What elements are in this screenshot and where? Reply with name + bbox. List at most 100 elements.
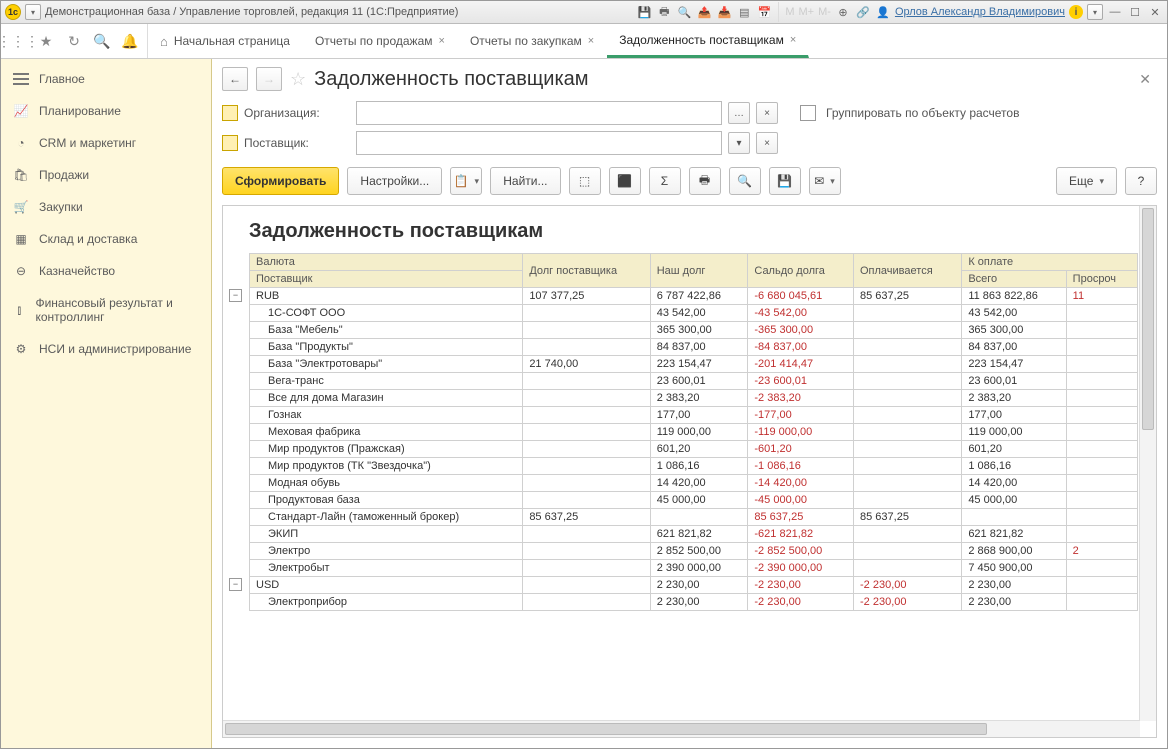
table-row[interactable]: Модная обувь14 420,00-14 420,0014 420,00: [250, 475, 1138, 492]
app-logo-icon: 1c: [5, 4, 21, 20]
sidebar-item-финансовый-результат-и-контроллинг[interactable]: ⫾Финансовый результат и контроллинг: [1, 287, 211, 333]
sidebar-item-продажи[interactable]: 🛍Продажи: [1, 159, 211, 191]
nav-forward-button[interactable]: →: [256, 67, 282, 91]
org-select-button[interactable]: …: [728, 102, 750, 124]
save-icon[interactable]: 💾: [636, 4, 652, 20]
sidebar-item-crm-и-маркетинг[interactable]: ◔CRM и маркетинг: [1, 127, 211, 159]
sidebar-item-казначейство[interactable]: ⊖Казначейство: [1, 255, 211, 287]
report-table: Валюта Долг поставщика Наш долг Сальдо д…: [249, 253, 1138, 611]
table-row[interactable]: Гознак177,00-177,00177,00: [250, 407, 1138, 424]
email-button[interactable]: ✉▾: [809, 167, 841, 195]
find-button[interactable]: Найти...: [490, 167, 560, 195]
app-menu-drop-icon[interactable]: ▾: [25, 4, 41, 20]
group-row[interactable]: RUB107 377,256 787 422,86-6 680 045,6185…: [250, 288, 1138, 305]
sidebar-icon: ⚙: [13, 342, 29, 356]
minimize-icon[interactable]: —: [1107, 4, 1123, 20]
table-row[interactable]: 1С-СОФТ ООО43 542,00-43 542,0043 542,00: [250, 305, 1138, 322]
zoom-icon[interactable]: ⊕: [835, 4, 851, 20]
sidebar-icon: ▦: [13, 232, 29, 246]
scrollbar-horizontal[interactable]: [223, 720, 1140, 737]
preview-button[interactable]: 🔍: [729, 167, 761, 195]
org-filter-label: Организация:: [244, 106, 334, 120]
table-row[interactable]: Продуктовая база45 000,00-45 000,0045 00…: [250, 492, 1138, 509]
save-report-button[interactable]: 💾: [769, 167, 801, 195]
history-icon[interactable]: ↻: [65, 32, 83, 50]
collapse-button[interactable]: ⬛: [609, 167, 641, 195]
collapse-handle-icon[interactable]: −: [229, 289, 242, 302]
org-filter-input[interactable]: [356, 101, 722, 125]
calc-icon[interactable]: ▤: [736, 4, 752, 20]
info-drop-icon[interactable]: ▾: [1087, 4, 1103, 20]
table-row[interactable]: База "Электротовары"21 740,00223 154,47-…: [250, 356, 1138, 373]
tab-отчеты-по-продажам[interactable]: Отчеты по продажам×: [303, 24, 458, 58]
table-row[interactable]: База "Продукты"84 837,00-84 837,0084 837…: [250, 339, 1138, 356]
collapse-handle-icon[interactable]: −: [229, 578, 242, 591]
apps-icon[interactable]: ⋮⋮⋮: [9, 32, 27, 50]
tab-задолженность-поставщикам[interactable]: Задолженность поставщикам×: [607, 24, 809, 58]
table-row[interactable]: Электроприбор2 230,00-2 230,00-2 230,002…: [250, 594, 1138, 611]
page-title: Задолженность поставщикам: [314, 68, 588, 91]
sidebar-item-закупки[interactable]: 🛒Закупки: [1, 191, 211, 223]
sidebar-item-label: Казначейство: [39, 264, 115, 278]
org-clear-button[interactable]: ×: [756, 102, 778, 124]
close-page-icon[interactable]: ✕: [1139, 71, 1157, 88]
favorite-icon[interactable]: ★: [37, 32, 55, 50]
maximize-icon[interactable]: ☐: [1127, 4, 1143, 20]
sidebar-item-планирование[interactable]: 📈Планирование: [1, 95, 211, 127]
sidebar-item-label: Главное: [39, 72, 85, 86]
table-row[interactable]: Стандарт-Лайн (таможенный брокер)85 637,…: [250, 509, 1138, 526]
tab-close-icon[interactable]: ×: [790, 34, 796, 46]
supplier-filter-input[interactable]: [356, 131, 722, 155]
doc-in-icon[interactable]: 📥: [716, 4, 732, 20]
settings-button[interactable]: Настройки...: [347, 167, 442, 195]
form-button[interactable]: Сформировать: [222, 167, 339, 195]
m-minus-btn[interactable]: M-: [818, 6, 831, 18]
tab-close-icon[interactable]: ×: [439, 35, 445, 47]
group-checkbox[interactable]: [800, 105, 816, 121]
link-icon[interactable]: 🔗: [855, 4, 871, 20]
supplier-drop-button[interactable]: ▾: [728, 132, 750, 154]
more-button[interactable]: Еще▾: [1056, 167, 1117, 195]
nav-back-button[interactable]: ←: [222, 67, 248, 91]
m-btn[interactable]: M: [785, 6, 794, 18]
table-row[interactable]: Все для дома Магазин2 383,20-2 383,202 3…: [250, 390, 1138, 407]
search-icon[interactable]: 🔍: [93, 32, 111, 50]
tab-начальная-страница[interactable]: ⌂Начальная страница: [148, 24, 303, 58]
table-row[interactable]: Электро2 852 500,00-2 852 500,002 868 90…: [250, 543, 1138, 560]
help-button[interactable]: ?: [1125, 167, 1157, 195]
report-area[interactable]: Задолженность поставщикам Валюта Долг по…: [222, 205, 1157, 738]
doc-out-icon[interactable]: 📤: [696, 4, 712, 20]
supplier-clear-button[interactable]: ×: [756, 132, 778, 154]
table-row[interactable]: Мир продуктов (Пражская)601,20-601,20601…: [250, 441, 1138, 458]
m-plus-btn[interactable]: M+: [799, 6, 815, 18]
print-button[interactable]: 🖶: [689, 167, 721, 195]
preview-icon[interactable]: 🔍: [676, 4, 692, 20]
page-favorite-icon[interactable]: ☆: [290, 69, 306, 90]
bell-icon[interactable]: 🔔: [121, 32, 139, 50]
org-filter-checkbox[interactable]: [222, 105, 238, 121]
expand-button[interactable]: ⬚: [569, 167, 601, 195]
group-row[interactable]: USD2 230,00-2 230,00-2 230,002 230,00: [250, 577, 1138, 594]
sum-button[interactable]: Σ: [649, 167, 681, 195]
variants-button[interactable]: 📋▾: [450, 167, 482, 195]
table-row[interactable]: Мир продуктов (ТК "Звездочка")1 086,16-1…: [250, 458, 1138, 475]
scrollbar-vertical[interactable]: [1139, 206, 1156, 721]
close-window-icon[interactable]: ✕: [1147, 4, 1163, 20]
table-row[interactable]: Вега-транс23 600,01-23 600,0123 600,01: [250, 373, 1138, 390]
calendar-icon[interactable]: 📅: [756, 4, 772, 20]
table-row[interactable]: ЭКИП621 821,82-621 821,82621 821,82: [250, 526, 1138, 543]
table-row[interactable]: Электробыт2 390 000,00-2 390 000,007 450…: [250, 560, 1138, 577]
sidebar-item-главное[interactable]: Главное: [1, 63, 211, 95]
table-row[interactable]: База "Мебель"365 300,00-365 300,00365 30…: [250, 322, 1138, 339]
sidebar-item-label: Финансовый результат и контроллинг: [35, 296, 199, 324]
tab-отчеты-по-закупкам[interactable]: Отчеты по закупкам×: [458, 24, 607, 58]
supplier-filter-checkbox[interactable]: [222, 135, 238, 151]
info-icon[interactable]: i: [1069, 5, 1083, 19]
sidebar-item-склад-и-доставка[interactable]: ▦Склад и доставка: [1, 223, 211, 255]
print-icon[interactable]: 🖶: [656, 4, 672, 20]
tab-close-icon[interactable]: ×: [588, 35, 594, 47]
sidebar-icon: 🛒: [13, 200, 29, 214]
sidebar-item-нси-и-администрирование[interactable]: ⚙НСИ и администрирование: [1, 333, 211, 365]
user-name[interactable]: Орлов Александр Владимирович: [895, 6, 1065, 18]
table-row[interactable]: Меховая фабрика119 000,00-119 000,00119 …: [250, 424, 1138, 441]
